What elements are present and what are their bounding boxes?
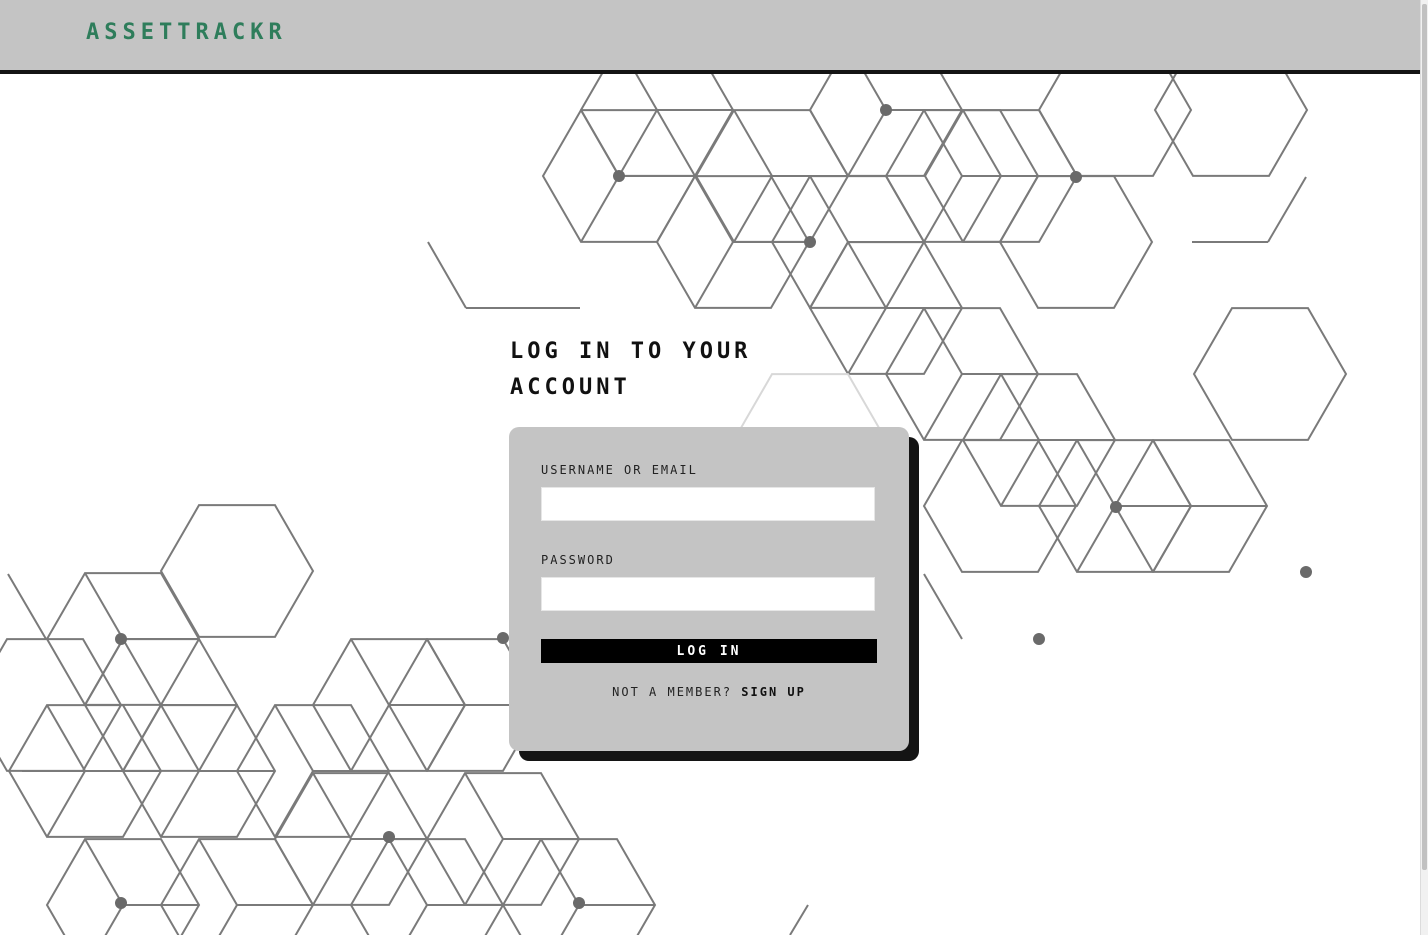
pattern-line xyxy=(580,175,620,243)
pattern-line xyxy=(274,770,314,838)
password-label: PASSWORD xyxy=(541,553,615,567)
pattern-node xyxy=(383,831,395,843)
not-member-text: NOT A MEMBER? xyxy=(612,685,733,699)
pattern-line xyxy=(618,109,658,177)
brand-logo[interactable]: ASSETTRACKR xyxy=(86,20,287,45)
pattern-line xyxy=(408,904,428,935)
pattern-line xyxy=(160,704,200,772)
pattern-line xyxy=(847,307,887,375)
username-label: USERNAME OR EMAIL xyxy=(541,463,698,477)
signup-prompt: NOT A MEMBER? SIGN UP xyxy=(509,685,909,699)
pattern-line xyxy=(1000,439,1040,507)
pattern-hexagon xyxy=(1037,74,1193,177)
pattern-node xyxy=(804,236,816,248)
pattern-line xyxy=(46,770,86,838)
pattern-hexagon xyxy=(349,838,505,935)
login-button[interactable]: LOG IN xyxy=(541,639,877,663)
pattern-line xyxy=(198,838,238,906)
pattern-line xyxy=(864,74,887,111)
pattern-node xyxy=(613,170,625,182)
pattern-line xyxy=(84,838,124,906)
pattern-hexagon xyxy=(808,74,964,177)
pattern-node xyxy=(115,633,127,645)
pattern-node xyxy=(497,632,509,644)
login-card: USERNAME OR EMAIL PASSWORD LOG IN NOT A … xyxy=(509,427,909,751)
signup-link[interactable]: SIGN UP xyxy=(741,685,806,699)
pattern-hexagon xyxy=(159,504,315,638)
pattern-line xyxy=(923,373,963,441)
pattern-hexagon xyxy=(501,838,657,935)
pattern-line xyxy=(560,904,580,935)
pattern-line xyxy=(789,904,809,935)
pattern-line xyxy=(923,573,963,640)
pattern-line xyxy=(84,572,124,640)
pattern-node xyxy=(1070,171,1082,183)
scrollbar-thumb[interactable] xyxy=(1422,4,1427,870)
pattern-line xyxy=(694,175,734,243)
pattern-line xyxy=(122,638,162,706)
password-input[interactable] xyxy=(541,577,875,611)
pattern-node xyxy=(1300,566,1312,578)
pattern-line xyxy=(312,772,352,840)
pattern-line xyxy=(464,772,504,840)
pattern-hexagon xyxy=(159,838,315,935)
pattern-line xyxy=(733,109,773,177)
page-title: LOG IN TO YOUR ACCOUNT xyxy=(510,339,752,400)
pattern-line xyxy=(1076,505,1116,573)
pattern-hexagon xyxy=(45,838,201,935)
pattern-hexagon xyxy=(579,74,735,177)
pattern-line xyxy=(694,241,734,309)
pattern-line xyxy=(218,904,238,935)
pattern-line xyxy=(426,704,466,772)
pattern-line xyxy=(274,704,314,772)
pattern-line xyxy=(426,638,466,706)
pattern-line xyxy=(312,838,352,906)
username-input[interactable] xyxy=(541,487,875,521)
top-navbar: ASSETTRACKR xyxy=(0,0,1421,74)
pattern-line xyxy=(350,638,390,706)
pattern-line xyxy=(160,770,200,838)
vertical-scrollbar[interactable] xyxy=(1420,0,1428,935)
pattern-node xyxy=(573,897,585,909)
pattern-line xyxy=(46,704,86,772)
pattern-line xyxy=(962,175,1002,243)
pattern-node xyxy=(880,104,892,116)
pattern-line xyxy=(847,109,887,177)
pattern-line xyxy=(7,573,47,640)
pattern-node xyxy=(115,897,127,909)
pattern-node xyxy=(1110,501,1122,513)
pattern-line xyxy=(1267,176,1307,243)
pattern-hexagon xyxy=(1153,74,1309,177)
pattern-line xyxy=(847,241,887,309)
pattern-line xyxy=(104,904,124,935)
pattern-line xyxy=(635,74,658,111)
pattern-line xyxy=(962,109,1002,177)
pattern-line xyxy=(427,241,467,309)
pattern-hexagon xyxy=(1192,307,1348,441)
pattern-line xyxy=(733,175,773,243)
pattern-line xyxy=(580,109,620,177)
pattern-node xyxy=(1033,633,1045,645)
